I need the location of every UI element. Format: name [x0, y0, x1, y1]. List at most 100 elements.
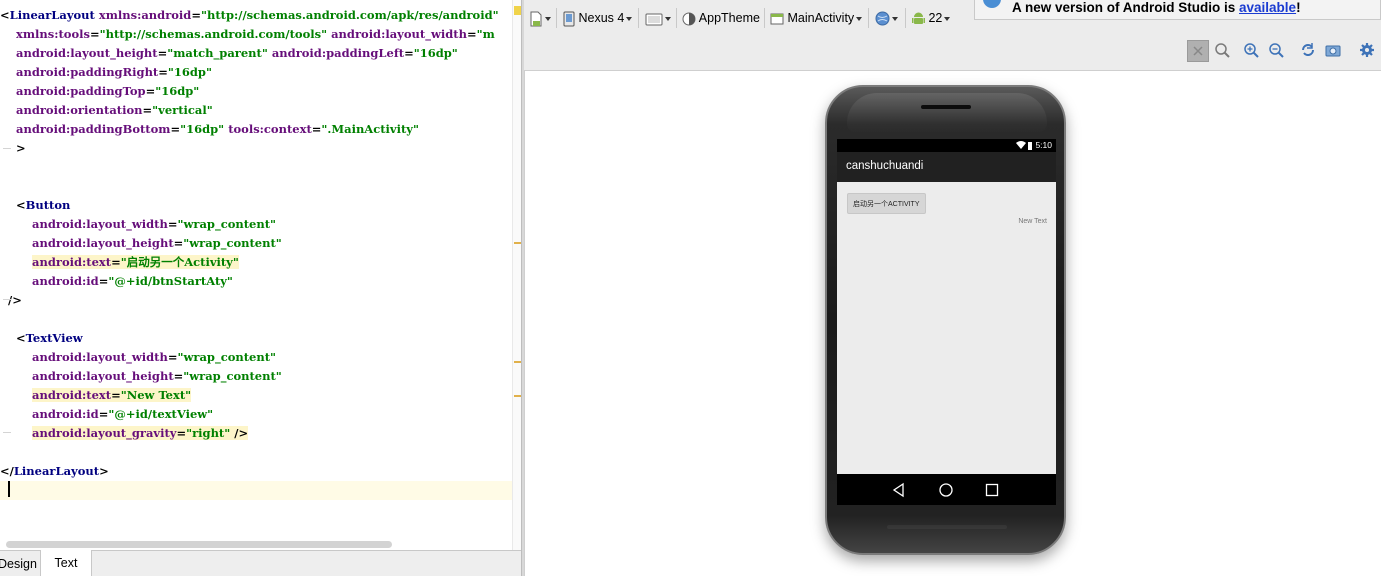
code-token: < — [0, 8, 10, 22]
theme-selector[interactable]: AppTheme — [682, 8, 760, 28]
code-line[interactable]: > — [0, 139, 512, 158]
tab-text[interactable]: Text — [40, 550, 92, 576]
warning-mark[interactable] — [514, 395, 521, 397]
zoom-actual-button[interactable] — [1212, 40, 1234, 62]
code-line[interactable]: <Button — [0, 196, 512, 215]
zoom-out-button[interactable] — [1266, 40, 1288, 62]
code-token: "vertical" — [152, 103, 213, 117]
code-line[interactable] — [0, 443, 512, 462]
api-level: 22 — [928, 11, 943, 25]
code-token: = — [466, 27, 477, 41]
code-line[interactable]: android:layout_height="wrap_content" — [0, 367, 512, 386]
device-screen[interactable]: 5:10 canshuchuandi 启动另一个ACTIVITY New Tex… — [837, 139, 1056, 505]
rotate-screen-icon — [645, 13, 663, 26]
code-token: = — [404, 46, 414, 60]
code-line[interactable]: /> — [0, 291, 512, 310]
code-area[interactable]: <LinearLayout xmlns:android="http://sche… — [0, 6, 512, 500]
zoom-in-icon — [1244, 43, 1259, 58]
available-link[interactable]: available — [1239, 0, 1296, 15]
new-text-view[interactable]: New Text — [1018, 218, 1047, 225]
code-token: = — [98, 274, 109, 288]
code-line[interactable]: </LinearLayout> — [0, 462, 512, 481]
code-token: android:layout_height — [32, 236, 174, 250]
device-selector[interactable]: Nexus 4 — [563, 8, 633, 28]
code-token: "启动另一个Activity" — [120, 255, 239, 269]
recents-icon[interactable] — [984, 482, 1000, 498]
status-bar: 5:10 — [837, 139, 1056, 152]
horizontal-scrollbar-thumb[interactable] — [6, 541, 392, 548]
code-line[interactable] — [0, 158, 512, 177]
info-icon — [983, 0, 1001, 8]
code-line[interactable]: android:id="@+id/btnStartAty" — [0, 272, 512, 291]
activity-icon — [770, 13, 784, 25]
code-token: TextView — [25, 331, 83, 345]
fold-marker[interactable] — [3, 299, 11, 300]
status-time: 5:10 — [1035, 140, 1052, 150]
code-token: = — [111, 388, 121, 402]
code-line[interactable]: android:layout_gravity="right" /> — [0, 424, 512, 443]
code-token: "wrap_content" — [183, 369, 282, 383]
fold-marker[interactable] — [3, 432, 11, 433]
home-icon[interactable] — [938, 482, 954, 498]
code-token: = — [170, 122, 181, 136]
code-line[interactable]: android:text="启动另一个Activity" — [0, 253, 512, 272]
locale-selector[interactable] — [875, 8, 898, 28]
code-line[interactable] — [0, 310, 512, 329]
code-token: ".MainActivity" — [321, 122, 419, 136]
warning-mark[interactable] — [514, 242, 521, 244]
code-token: "wrap_content" — [183, 236, 282, 250]
back-icon[interactable] — [891, 482, 907, 498]
activity-name: MainActivity — [787, 11, 855, 25]
code-token: android:id — [32, 274, 99, 288]
code-token: Button — [25, 198, 71, 212]
code-token: android:layout_width — [32, 350, 168, 364]
code-line[interactable]: android:layout_height="match_parent" and… — [0, 44, 512, 63]
api-level-selector[interactable]: 22 — [912, 8, 951, 28]
orientation-button[interactable] — [645, 8, 671, 28]
activity-selector[interactable]: MainActivity — [770, 8, 863, 28]
code-token: "16dp" — [413, 46, 458, 60]
code-line[interactable]: <TextView — [0, 329, 512, 348]
code-line[interactable] — [0, 177, 512, 196]
update-notification[interactable]: A new version of Android Studio is avail… — [974, 0, 1381, 20]
code-line[interactable]: android:layout_height="wrap_content" — [0, 234, 512, 253]
start-activity-button[interactable]: 启动另一个ACTIVITY — [847, 193, 926, 214]
xml-text-editor[interactable]: <LinearLayout xmlns:android="http://sche… — [0, 0, 521, 576]
refresh-button[interactable] — [1298, 40, 1320, 62]
code-line[interactable]: android:paddingTop="16dp" — [0, 82, 512, 101]
device-frame-nexus: 5:10 canshuchuandi 启动另一个ACTIVITY New Tex… — [825, 85, 1066, 555]
error-stripe[interactable] — [512, 0, 521, 550]
zoom-in-button[interactable] — [1241, 40, 1263, 62]
code-token: "wrap_content" — [177, 217, 277, 231]
device-config-button[interactable] — [529, 8, 551, 28]
wifi-battery-icon — [1016, 141, 1032, 150]
code-line[interactable]: android:id="@+id/textView" — [0, 405, 512, 424]
code-token: "match_parent" — [167, 46, 268, 60]
code-line[interactable] — [0, 481, 512, 500]
fold-marker[interactable] — [3, 148, 11, 149]
code-token: = — [176, 426, 187, 440]
code-token: > — [16, 141, 26, 155]
phone-glare — [847, 93, 1047, 133]
code-token: "right" — [186, 426, 231, 440]
code-token: android:paddingLeft — [271, 46, 405, 60]
code-line[interactable]: android:layout_width="wrap_content" — [0, 215, 512, 234]
file-config-icon — [530, 11, 542, 27]
warning-mark[interactable] — [514, 361, 521, 363]
design-canvas[interactable]: 5:10 canshuchuandi 启动另一个ACTIVITY New Tex… — [524, 70, 1381, 576]
zoom-toolbar — [1186, 40, 1381, 64]
code-line[interactable]: android:text="New Text" — [0, 386, 512, 405]
code-line[interactable]: xmlns:tools="http://schemas.android.com/… — [0, 25, 512, 44]
activity-content[interactable]: 启动另一个ACTIVITY New Text — [837, 182, 1056, 474]
code-line[interactable]: android:paddingRight="16dp" — [0, 63, 512, 82]
code-token: "16dp" — [155, 84, 200, 98]
code-line[interactable]: android:paddingBottom="16dp" tools:conte… — [0, 120, 512, 139]
code-line[interactable]: <LinearLayout xmlns:android="http://sche… — [0, 6, 512, 25]
warning-indicator-icon[interactable] — [514, 6, 521, 15]
code-token: "wrap_content" — [177, 350, 277, 364]
screenshot-button[interactable] — [1323, 40, 1345, 62]
toggle-zoom-button[interactable] — [1187, 40, 1209, 62]
code-line[interactable]: android:orientation="vertical" — [0, 101, 512, 120]
settings-button[interactable] — [1357, 40, 1379, 62]
code-line[interactable]: android:layout_width="wrap_content" — [0, 348, 512, 367]
